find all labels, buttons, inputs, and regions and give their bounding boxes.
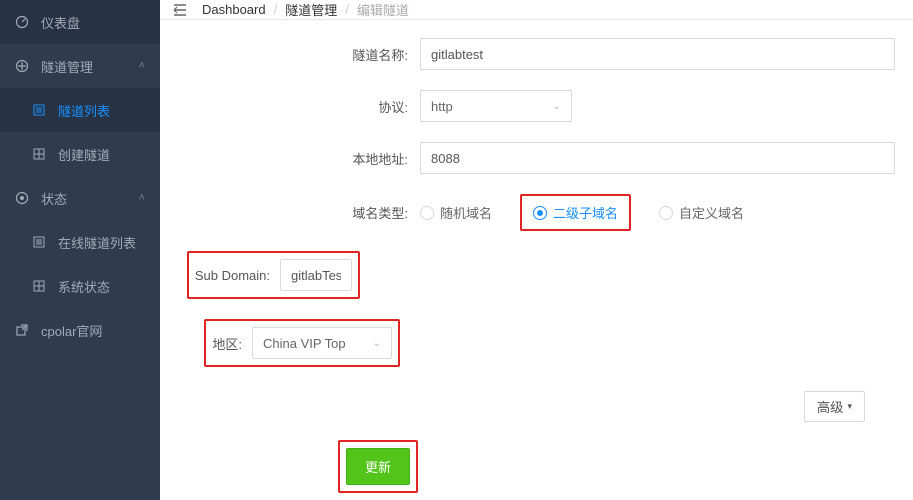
grid-icon — [32, 147, 46, 161]
update-button[interactable]: 更新 — [346, 448, 410, 485]
update-label: 更新 — [365, 460, 391, 475]
sidebar-item-status[interactable]: 状态 ˄ — [0, 176, 160, 220]
breadcrumb-sep: / — [274, 2, 278, 17]
sidebar-item-tunnel-list[interactable]: 隧道列表 — [0, 88, 160, 132]
sidebar-item-label: 隧道列表 — [58, 101, 145, 120]
sidebar-item-cpolar-site[interactable]: cpolar官网 — [0, 308, 160, 352]
grid-icon — [32, 279, 46, 293]
chevron-up-icon: ˄ — [139, 60, 145, 72]
sidebar-item-tunnel-manage[interactable]: 隧道管理 ˄ — [0, 44, 160, 88]
highlight-box: 更新 — [338, 440, 418, 493]
chevron-down-icon: ⌄ — [553, 101, 561, 112]
radio-dot — [533, 206, 547, 220]
form-content: 隧道名称: 协议: http ⌄ 本地地址: 域名类型: — [160, 20, 913, 500]
highlight-box: Sub Domain: — [187, 251, 360, 299]
radio-random-domain[interactable]: 随机域名 — [420, 203, 492, 222]
highlight-box: 地区: China VIP Top ⌄ — [204, 319, 400, 367]
status-icon — [15, 191, 29, 205]
local-addr-label: 本地地址: — [160, 149, 420, 168]
tunnel-icon — [15, 59, 29, 73]
subdomain-input[interactable] — [280, 259, 352, 291]
breadcrumb-item[interactable]: 隧道管理 — [285, 0, 337, 19]
advanced-button[interactable]: 高级 ▾ — [804, 391, 865, 422]
radio-label: 二级子域名 — [553, 203, 618, 222]
dashboard-icon — [15, 15, 29, 29]
menu-toggle-icon[interactable] — [172, 2, 188, 18]
advanced-label: 高级 — [817, 397, 844, 416]
protocol-label: 协议: — [160, 97, 420, 116]
list-icon — [32, 235, 46, 249]
domain-type-label: 域名类型: — [160, 203, 420, 222]
radio-label: 随机域名 — [440, 203, 492, 222]
breadcrumb-sep: / — [345, 2, 349, 17]
sidebar-item-label: cpolar官网 — [41, 321, 145, 340]
radio-subdomain[interactable]: 二级子域名 — [525, 199, 626, 226]
radio-label: 自定义域名 — [679, 203, 744, 222]
protocol-select[interactable]: http ⌄ — [420, 90, 572, 122]
radio-dot — [659, 206, 673, 220]
external-icon — [15, 323, 29, 337]
sidebar-item-label: 仪表盘 — [41, 13, 145, 32]
sidebar-item-dashboard[interactable]: 仪表盘 — [0, 0, 160, 44]
radio-dot — [420, 206, 434, 220]
region-label: 地区: — [212, 334, 242, 353]
sidebar-item-label: 创建隧道 — [58, 145, 145, 164]
sidebar-item-label: 在线隧道列表 — [58, 233, 145, 252]
topbar: Dashboard / 隧道管理 / 编辑隧道 — [160, 0, 913, 20]
domain-type-radio-group: 随机域名 二级子域名 自定义域名 — [420, 194, 895, 231]
sidebar-item-create-tunnel[interactable]: 创建隧道 — [0, 132, 160, 176]
chevron-down-icon: ⌄ — [373, 338, 381, 349]
main: Dashboard / 隧道管理 / 编辑隧道 隧道名称: 协议: http ⌄ — [160, 0, 913, 500]
list-icon — [32, 103, 46, 117]
subdomain-label: Sub Domain: — [195, 268, 270, 283]
tunnel-name-label: 隧道名称: — [160, 45, 420, 64]
sidebar-item-label: 隧道管理 — [41, 57, 139, 76]
sidebar-item-label: 状态 — [41, 189, 139, 208]
protocol-value: http — [431, 99, 453, 114]
breadcrumb: Dashboard / 隧道管理 / 编辑隧道 — [202, 0, 409, 19]
highlight-box: 二级子域名 — [520, 194, 631, 231]
tunnel-name-input[interactable] — [420, 38, 895, 70]
radio-custom-domain[interactable]: 自定义域名 — [659, 203, 744, 222]
breadcrumb-item: 编辑隧道 — [357, 0, 409, 19]
caret-down-icon: ▾ — [847, 401, 852, 412]
breadcrumb-item[interactable]: Dashboard — [202, 2, 266, 17]
sidebar: 仪表盘 隧道管理 ˄ 隧道列表 创建隧道 状态 ˄ 在线隧道列表 系统状态 — [0, 0, 160, 500]
region-value: China VIP Top — [263, 336, 346, 351]
region-select[interactable]: China VIP Top ⌄ — [252, 327, 392, 359]
chevron-up-icon: ˄ — [139, 192, 145, 204]
local-addr-input[interactable] — [420, 142, 895, 174]
